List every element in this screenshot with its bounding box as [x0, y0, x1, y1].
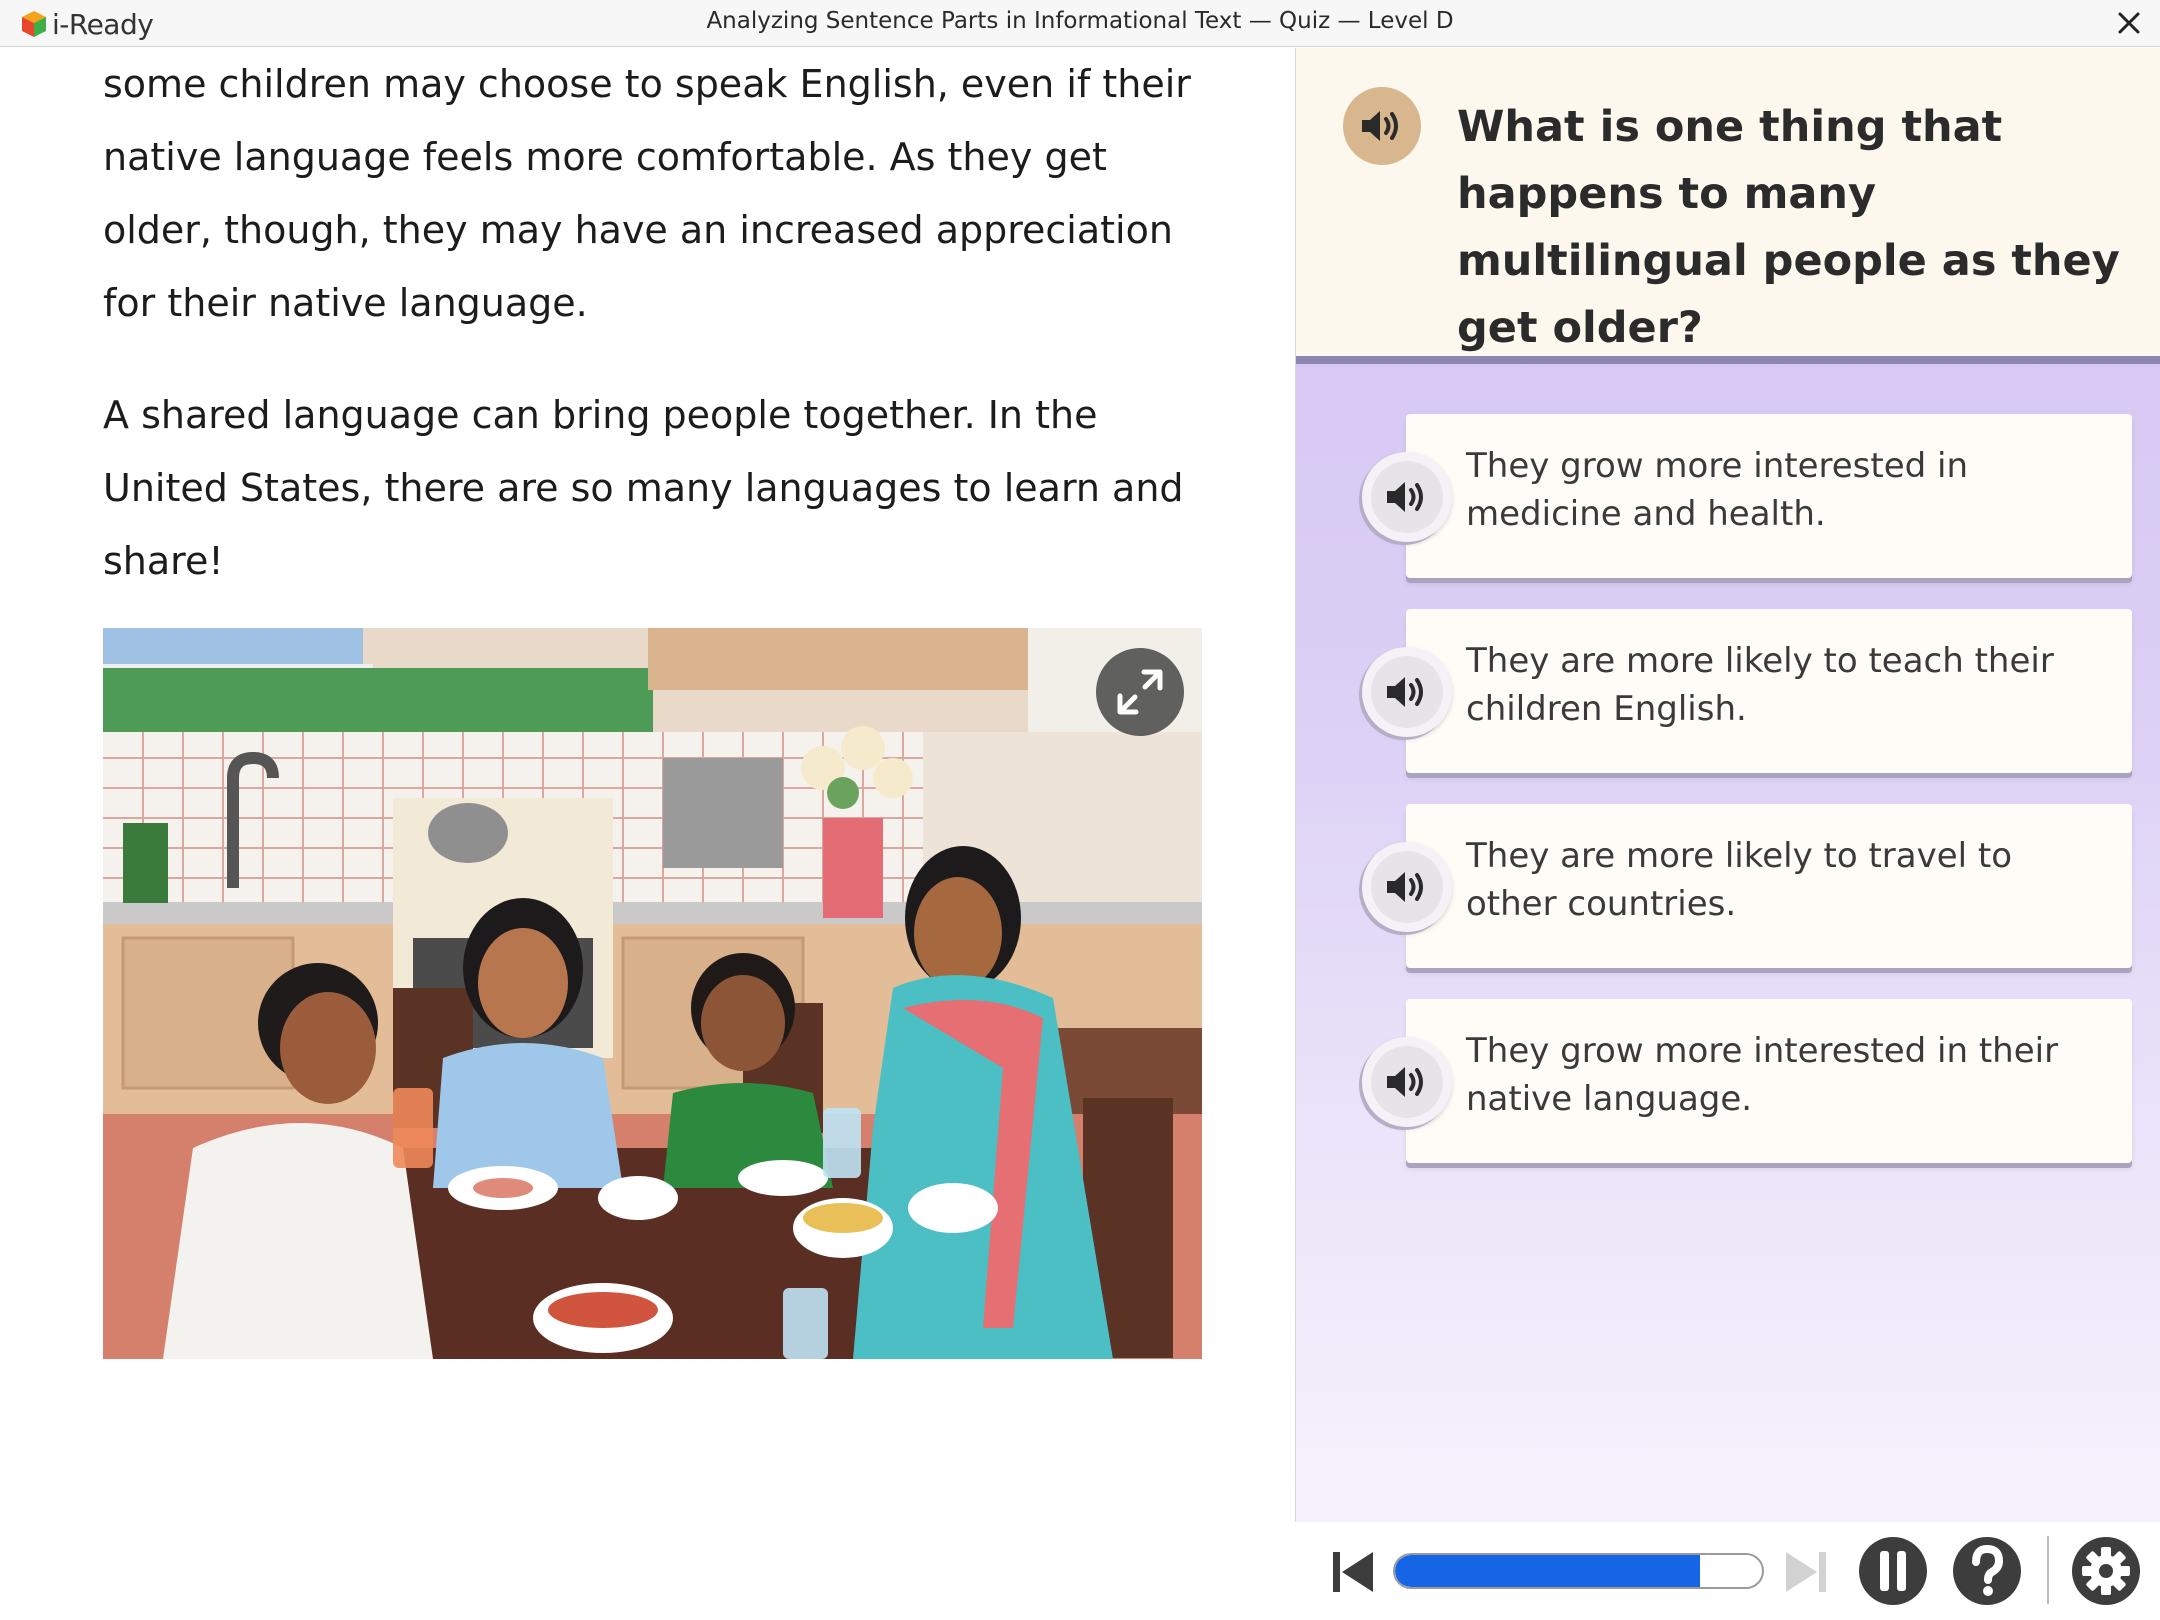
answer-option[interactable]: They grow more interested in medicine an… — [1362, 414, 2152, 578]
answer-audio-button[interactable] — [1362, 1037, 1452, 1127]
answer-card[interactable]: They grow more interested in their nativ… — [1406, 999, 2132, 1163]
answer-option[interactable]: They are more likely to teach their chil… — [1362, 609, 2152, 773]
illustration-art — [103, 628, 1202, 1359]
pause-icon — [1859, 1537, 1927, 1605]
settings-button[interactable] — [2071, 1536, 2141, 1606]
gear-icon — [2072, 1537, 2140, 1605]
answer-option[interactable]: They are more likely to travel to other … — [1362, 804, 2152, 968]
expand-icon — [1117, 669, 1163, 715]
control-divider — [2047, 1536, 2049, 1604]
answer-card[interactable]: They grow more interested in medicine an… — [1406, 414, 2132, 578]
lesson-progress-bar — [1393, 1553, 1764, 1589]
answer-text: They are more likely to teach their chil… — [1466, 641, 2054, 729]
speaker-icon — [1387, 677, 1423, 707]
skip-back-icon — [1333, 1552, 1373, 1592]
speaker-icon — [1387, 1067, 1423, 1097]
skip-forward-button[interactable] — [1778, 1544, 1834, 1600]
family-dinner-illustration — [103, 628, 1202, 1359]
pause-button[interactable] — [1858, 1536, 1928, 1606]
window-title: Analyzing Sentence Parts in Informationa… — [706, 8, 1454, 34]
skip-forward-icon — [1786, 1552, 1826, 1592]
help-button[interactable] — [1952, 1536, 2022, 1606]
answer-card[interactable]: They are more likely to travel to other … — [1406, 804, 2132, 968]
progress-fill — [1395, 1555, 1700, 1587]
reading-passage: some children may choose to speak Englis… — [0, 48, 1294, 1620]
expand-image-button[interactable] — [1096, 648, 1184, 736]
answer-audio-button[interactable] — [1362, 842, 1452, 932]
passage-paragraph: some children may choose to speak Englis… — [103, 62, 1191, 325]
answer-card[interactable]: They are more likely to teach their chil… — [1406, 609, 2132, 773]
question-panel: What is one thing that happens to many m… — [1295, 48, 2160, 1522]
speaker-icon — [1387, 482, 1423, 512]
help-icon — [1953, 1537, 2021, 1605]
answer-audio-button[interactable] — [1362, 647, 1452, 737]
player-controls — [1295, 1522, 2160, 1620]
close-button[interactable] — [2112, 6, 2146, 40]
answer-text: They are more likely to travel to other … — [1466, 836, 2013, 924]
skip-back-button[interactable] — [1325, 1544, 1381, 1600]
passage-paragraph: A shared language can bring people toget… — [103, 393, 1184, 583]
title-bar: i-Ready Analyzing Sentence Parts in Info… — [0, 0, 2160, 47]
question-header: What is one thing that happens to many m… — [1296, 48, 2160, 364]
answer-audio-button[interactable] — [1362, 452, 1452, 542]
close-icon — [2118, 12, 2140, 34]
speaker-icon — [1362, 111, 1398, 141]
answer-option[interactable]: They grow more interested in their nativ… — [1362, 999, 2152, 1163]
answer-text: They grow more interested in their nativ… — [1466, 1031, 2059, 1119]
speaker-icon — [1387, 872, 1423, 902]
question-text: What is one thing that happens to many m… — [1457, 102, 2120, 353]
question-audio-button[interactable] — [1343, 87, 1421, 165]
answer-text: They grow more interested in medicine an… — [1466, 446, 1969, 534]
